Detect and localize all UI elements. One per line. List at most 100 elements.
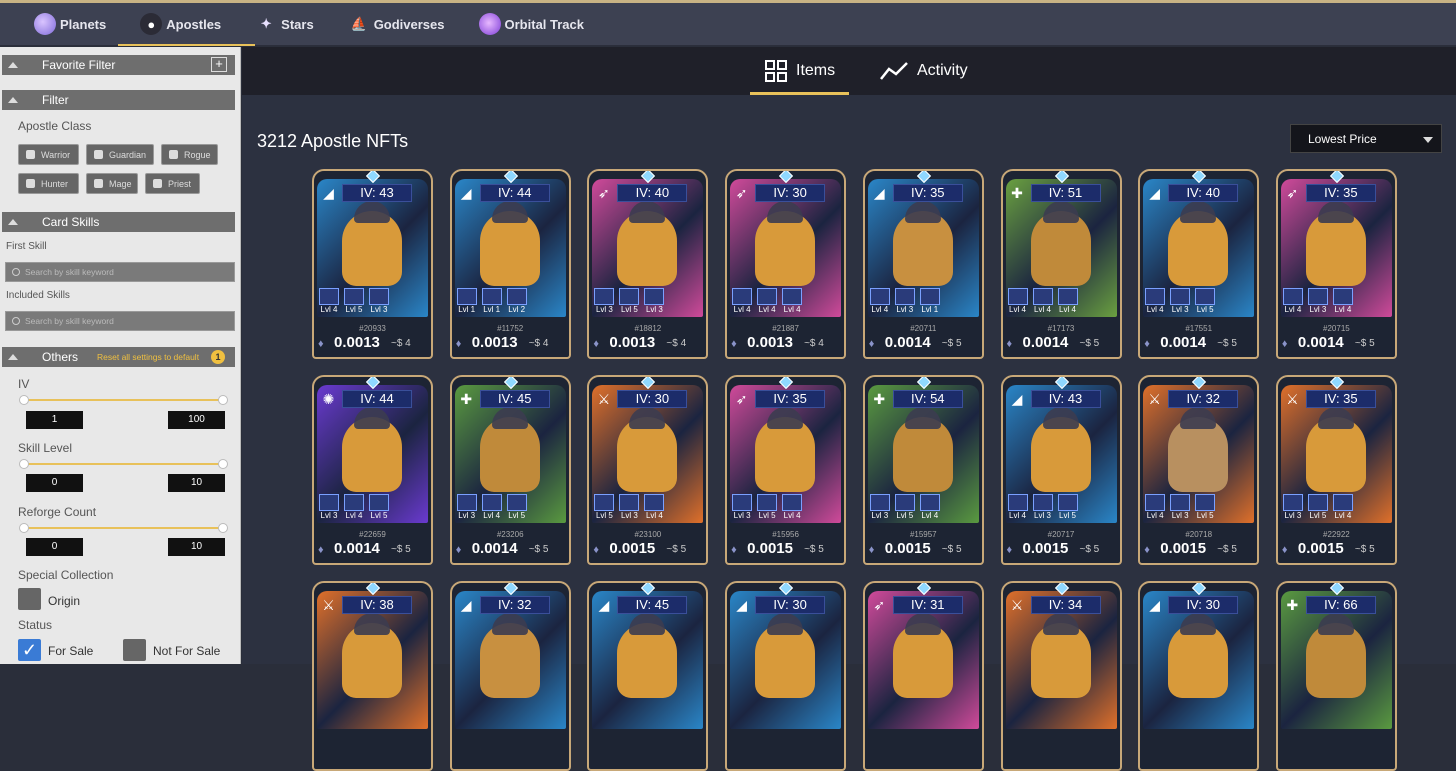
apostle-figure: [1305, 407, 1366, 492]
view-tabs: Items Activity: [242, 47, 1456, 95]
nav-label: Apostles: [166, 16, 222, 32]
iv-max-handle[interactable]: [218, 395, 228, 405]
nft-card[interactable]: ◢ IV: 35 Lvl 4 Lvl 3 Lvl 1 #20711 ♦ 0.0014 ~$ 5: [862, 169, 984, 359]
token-id: #15956: [772, 530, 799, 539]
iv-min-handle[interactable]: [19, 395, 29, 405]
others-header[interactable]: Others Reset all settings to default 1: [2, 347, 235, 367]
reset-settings-link[interactable]: Reset all settings to default: [97, 352, 199, 362]
price-eth: 0.0015: [609, 540, 656, 557]
first-skill-search-input[interactable]: Search by skill keyword: [5, 262, 235, 282]
nft-card[interactable]: ◢ IV: 40 Lvl 4 Lvl 3 Lvl 5 #17551 ♦ 0.0014 ~$ 5: [1138, 169, 1260, 359]
reforge-min-handle[interactable]: [19, 523, 29, 533]
add-favorite-icon[interactable]: +: [211, 57, 227, 72]
class-mage-button[interactable]: Mage: [86, 173, 138, 194]
tab-items[interactable]: Items: [750, 47, 850, 95]
skill-min-input[interactable]: 0: [26, 474, 83, 492]
iv-min-input[interactable]: 1: [26, 411, 83, 429]
skill-icon: [894, 288, 915, 305]
iv-badge: IV: 31: [892, 596, 963, 614]
warrior-class-icon: ⚔: [322, 597, 335, 613]
collapse-icon: [8, 219, 18, 225]
nft-card[interactable]: ➶ IV: 31: [862, 581, 984, 771]
nft-card[interactable]: ◢ IV: 30: [725, 581, 847, 771]
price-eth: 0.0015: [1160, 540, 1207, 557]
skill-slot: Lvl 4: [318, 288, 340, 316]
nft-card[interactable]: ⚔ IV: 34: [1000, 581, 1122, 771]
nft-card[interactable]: ◢ IV: 44 Lvl 1 Lvl 1 Lvl 2 #11752 ♦ 0.0013 ~$ 4: [449, 169, 571, 359]
reforge-max-input[interactable]: 10: [168, 538, 225, 556]
tab-activity[interactable]: Activity: [879, 47, 968, 95]
price-usd: ~$ 4: [804, 338, 824, 349]
included-skills-search-input[interactable]: Search by skill keyword: [5, 311, 235, 331]
nft-card[interactable]: ⚔ IV: 32 Lvl 4 Lvl 3 Lvl 5 #20718 ♦ 0.0015 ~$ 5: [1138, 375, 1260, 565]
iv-badge: IV: 38: [342, 596, 412, 614]
nft-card[interactable]: ⚔ IV: 30 Lvl 5 Lvl 3 Lvl 4 #23100 ♦ 0.0015 ~$ 5: [587, 375, 709, 565]
skill-icon: [1007, 288, 1028, 305]
filter-header[interactable]: Filter: [2, 90, 235, 110]
nft-card[interactable]: ⚔ IV: 38: [312, 581, 433, 771]
favorite-filter-header[interactable]: Favorite Filter +: [2, 55, 235, 75]
nft-card[interactable]: ✚ IV: 45 Lvl 3 Lvl 4 Lvl 5 #23206 ♦ 0.0014 ~$ 5: [449, 375, 571, 565]
class-rogue-button[interactable]: Rogue: [161, 144, 218, 165]
skill-max-input[interactable]: 10: [168, 474, 225, 492]
price-eth: 0.0014: [1160, 334, 1207, 351]
nav-stars[interactable]: ✦ Stars: [251, 3, 336, 46]
token-id: #20933: [359, 324, 386, 333]
nft-card[interactable]: ✚ IV: 54 Lvl 3 Lvl 5 Lvl 4 #15957 ♦ 0.0015 ~$ 5: [862, 375, 984, 565]
class-warrior-button[interactable]: Warrior: [18, 144, 79, 165]
reforge-slider[interactable]: [19, 523, 228, 533]
nft-card[interactable]: ✚ IV: 66: [1275, 581, 1397, 771]
nav-apostles[interactable]: ● Apostles: [118, 3, 256, 46]
skill-max-handle[interactable]: [218, 459, 228, 469]
class-priest-button[interactable]: Priest: [145, 173, 200, 194]
for-sale-checkbox[interactable]: [18, 639, 41, 661]
skill-slot: Lvl 4: [1007, 494, 1029, 522]
sort-dropdown[interactable]: Lowest Price: [1290, 124, 1442, 153]
class-hunter-button[interactable]: Hunter: [18, 173, 79, 194]
nft-card[interactable]: ◢ IV: 43 Lvl 4 Lvl 5 Lvl 3 #20933 ♦ 0.0013 ~$ 4: [312, 169, 433, 359]
nft-card[interactable]: ➶ IV: 35 Lvl 3 Lvl 5 Lvl 4 #15956 ♦ 0.0015 ~$ 5: [725, 375, 847, 565]
nft-card[interactable]: ◢ IV: 43 Lvl 4 Lvl 3 Lvl 5 #20717 ♦ 0.0015 ~$ 5: [1000, 375, 1122, 565]
warrior-class-icon: ⚔: [597, 391, 611, 407]
main-content: Items Activity 3212 Apostle NFTs Lowest …: [242, 47, 1456, 771]
nft-card[interactable]: ✚ IV: 51 Lvl 4 Lvl 4 Lvl 4 #17173 ♦ 0.0014 ~$ 5: [1000, 169, 1122, 359]
skill-slot: Lvl 3: [1169, 494, 1191, 522]
skill-level-slider[interactable]: [19, 459, 228, 469]
token-id: #23100: [634, 530, 662, 539]
eth-icon: ♦: [455, 338, 462, 350]
nav-planets[interactable]: Planets: [30, 3, 128, 46]
nav-orbital-track[interactable]: Orbital Track: [475, 3, 606, 46]
skill-slot: Lvl 4: [919, 494, 941, 522]
nft-card[interactable]: ➶ IV: 35 Lvl 4 Lvl 3 Lvl 4 #20715 ♦ 0.0014 ~$ 5: [1275, 169, 1397, 359]
nft-card[interactable]: ✺ IV: 44 Lvl 3 Lvl 4 Lvl 5 #22659 ♦ 0.0014 ~$ 5: [312, 375, 433, 565]
reforge-min-input[interactable]: 0: [26, 538, 83, 556]
reforge-max-handle[interactable]: [218, 523, 228, 533]
nft-card[interactable]: ◢ IV: 32: [449, 581, 571, 771]
filter-sidebar: Favorite Filter + Filter Apostle Class W…: [0, 47, 241, 664]
skill-slot: Lvl 2: [506, 288, 528, 316]
skill-level: Lvl 5: [1196, 305, 1214, 314]
orbital-track-icon: [478, 13, 501, 35]
iv-badge: IV: 32: [479, 596, 550, 614]
iv-slider[interactable]: [19, 395, 228, 405]
iv-badge: IV: 30: [755, 184, 826, 202]
warrior-class-icon: ⚔: [1010, 597, 1024, 613]
nft-card[interactable]: ◢ IV: 45: [587, 581, 709, 771]
origin-checkbox[interactable]: [18, 588, 41, 610]
nav-godiverses[interactable]: ⛵ Godiverses: [344, 3, 467, 46]
nft-card[interactable]: ➶ IV: 40 Lvl 3 Lvl 5 Lvl 3 #18812 ♦ 0.0013 ~$ 4: [587, 169, 709, 359]
card-skills-header[interactable]: Card Skills: [2, 212, 235, 232]
class-guardian-button[interactable]: Guardian: [86, 144, 154, 165]
iv-max-input[interactable]: 100: [168, 411, 225, 429]
skill-level: Lvl 4: [320, 305, 338, 314]
godiverse-icon: ⛵: [350, 16, 367, 31]
skill-level: Lvl 4: [783, 305, 801, 314]
nft-card[interactable]: ⚔ IV: 35 Lvl 3 Lvl 5 Lvl 4 #22922 ♦ 0.0015 ~$ 5: [1275, 375, 1397, 565]
skill-min-handle[interactable]: [19, 459, 29, 469]
nft-card[interactable]: ➶ IV: 30 Lvl 4 Lvl 4 Lvl 4 #21887 ♦ 0.0013 ~$ 4: [725, 169, 847, 359]
skill-level: Lvl 5: [1196, 511, 1214, 520]
nft-card[interactable]: ◢ IV: 30: [1138, 581, 1260, 771]
skill-level: Lvl 3: [1034, 511, 1051, 520]
not-for-sale-checkbox[interactable]: [123, 639, 146, 661]
skill-list: Lvl 4 Lvl 4 Lvl 4: [1007, 288, 1079, 316]
